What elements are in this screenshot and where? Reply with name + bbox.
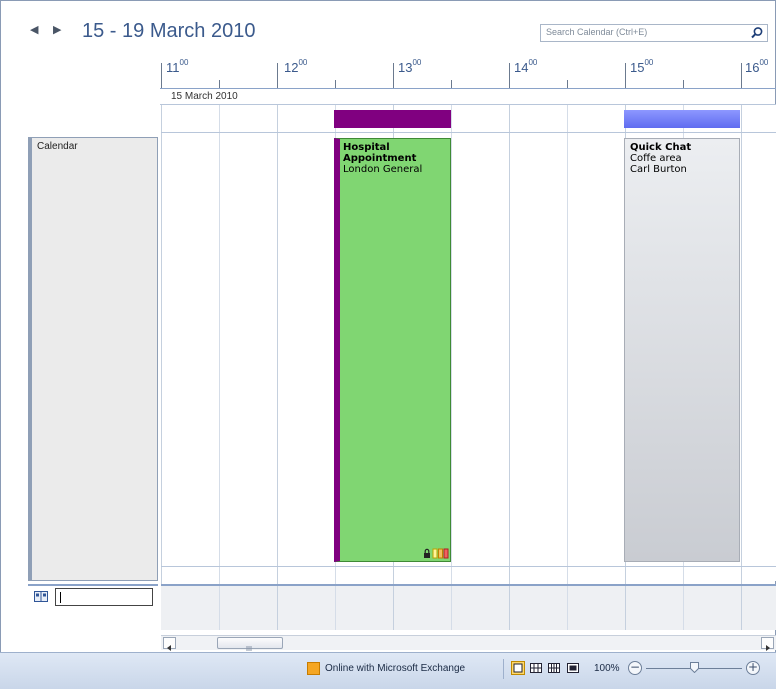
grid-line: [219, 586, 220, 630]
allday-divider: [161, 132, 776, 133]
grid-line: [509, 586, 510, 630]
hour-tick: [277, 63, 278, 88]
appointment-title: Quick Chat: [630, 142, 692, 153]
zoom-in-icon[interactable]: +: [746, 661, 760, 675]
calendar-row-header: Calendar: [28, 137, 158, 581]
address-book-icon[interactable]: [34, 591, 48, 602]
hour-tick: [161, 63, 162, 88]
hospital-busy-bar[interactable]: [334, 110, 451, 128]
appointment-hospital[interactable]: Hospital Appointment London General: [334, 138, 451, 562]
previous-week-icon[interactable]: ◀: [30, 23, 38, 36]
hour-label-14: 1400: [514, 58, 538, 75]
horizontal-scrollbar[interactable]: [161, 635, 776, 651]
private-and-categories-icon: [424, 548, 449, 559]
exchange-connection-icon: [307, 662, 320, 675]
appointment-title: Hospital Appointment: [343, 142, 417, 164]
hour-label-11: 1100: [166, 58, 189, 75]
grid-line: [509, 105, 510, 629]
appointment-quick-chat[interactable]: Quick Chat Coffe area Carl Burton: [624, 138, 740, 562]
next-week-icon[interactable]: ▶: [53, 23, 61, 36]
half-hour-tick: [567, 80, 568, 88]
quick-chat-busy-bar[interactable]: [624, 110, 740, 128]
grid-line: [625, 586, 626, 630]
half-hour-tick: [335, 80, 336, 88]
half-hour-tick: [683, 80, 684, 88]
scroll-thumb[interactable]: [217, 637, 283, 651]
hour-tick: [393, 63, 394, 88]
work-week-view-icon[interactable]: [529, 661, 543, 675]
hour-tick: [509, 63, 510, 88]
search-placeholder: Search Calendar (Ctrl+E): [546, 27, 648, 37]
grid-line: [567, 586, 568, 630]
grid-line: [567, 105, 568, 629]
status-separator: [503, 659, 504, 679]
grid-line: [393, 586, 394, 630]
hour-label-15: 1500: [630, 58, 654, 75]
week-view-icon[interactable]: [547, 661, 561, 675]
ruler-divider: [160, 88, 776, 89]
appointment-organizer: Carl Burton: [630, 164, 687, 175]
hour-tick: [625, 63, 626, 88]
grid-line: [219, 105, 220, 629]
day-view-icon[interactable]: [511, 661, 525, 675]
grid-line: [683, 586, 684, 630]
date-range-title: 15 - 19 March 2010: [82, 20, 256, 42]
zoom-level: 100%: [594, 663, 620, 674]
grid-line: [451, 586, 452, 630]
search-calendar-box[interactable]: Search Calendar (Ctrl+E): [540, 24, 768, 42]
day-label: 15 March 2010: [171, 91, 238, 102]
status-bar: Online with Microsoft Exchange 100% − +: [0, 652, 776, 689]
scroll-right-button[interactable]: [761, 637, 774, 651]
half-hour-tick: [219, 80, 220, 88]
grid-line: [741, 105, 742, 629]
appointment-location: Coffe area: [630, 153, 682, 164]
hour-label-13: 1300: [398, 58, 422, 75]
connection-status[interactable]: Online with Microsoft Exchange: [325, 663, 465, 674]
hour-label-16: 1600: [745, 58, 769, 75]
row-divider: [161, 566, 776, 567]
calendar-label: Calendar: [37, 141, 78, 152]
magnifier-icon[interactable]: [749, 26, 765, 40]
zoom-out-icon[interactable]: −: [628, 661, 642, 675]
scroll-left-button[interactable]: [163, 637, 176, 651]
month-view-icon[interactable]: [566, 661, 580, 675]
appointment-location: London General: [343, 164, 423, 175]
grid-line: [277, 586, 278, 630]
hour-label-12: 1200: [284, 58, 308, 75]
half-hour-tick: [451, 80, 452, 88]
hour-tick: [741, 63, 742, 88]
grid-line: [741, 586, 742, 630]
zoom-slider-thumb[interactable]: [690, 662, 699, 673]
grid-line: [277, 105, 278, 629]
attendee-name-input[interactable]: [55, 588, 153, 606]
grid-line: [335, 586, 336, 630]
text-caret: [60, 592, 61, 603]
grid-line: [161, 105, 162, 629]
